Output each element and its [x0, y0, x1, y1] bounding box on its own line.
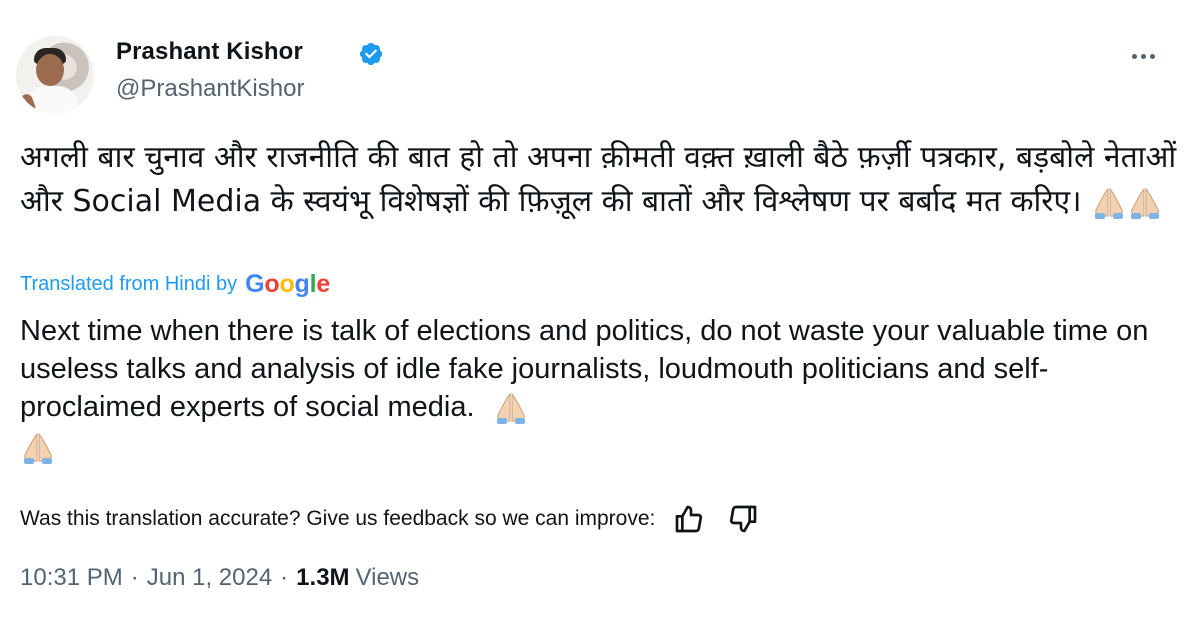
more-dot [1132, 54, 1137, 59]
meta-separator: · [130, 564, 139, 591]
feedback-prompt: Was this translation accurate? Give us f… [20, 507, 656, 530]
author-handle[interactable]: @PrashantKishor [116, 75, 304, 103]
folded-hands-emoji [1131, 187, 1160, 219]
author-avatar[interactable] [16, 36, 94, 114]
translation-attribution[interactable]: Translated from Hindi by Google [20, 270, 330, 299]
translation-feedback: Was this translation accurate? Give us f… [20, 503, 759, 535]
tweet-time[interactable]: 10:31 PM [20, 564, 123, 592]
more-dot [1150, 54, 1155, 59]
folded-hands-emoji [24, 433, 52, 465]
tweet-body-english: Next time when there is talk of election… [20, 312, 1180, 465]
author-name[interactable]: Prashant Kishor [116, 38, 303, 66]
meta-separator: · [280, 564, 289, 591]
views-label: Views [355, 564, 420, 591]
tweet-body-hindi: अगली बार चुनाव और राजनीति की बात हो तो अ… [20, 136, 1180, 224]
folded-hands-emoji [1095, 187, 1124, 219]
more-dot [1141, 54, 1146, 59]
tweet-date[interactable]: Jun 1, 2024 [147, 564, 272, 592]
avatar-face [36, 54, 64, 86]
tweet-text-hindi: अगली बार चुनाव और राजनीति की बात हो तो अ… [20, 140, 1177, 219]
thumbs-up-icon[interactable] [673, 503, 705, 535]
more-options-icon[interactable] [1126, 38, 1162, 74]
tweet-text-english: Next time when there is talk of election… [20, 315, 1149, 423]
google-logo: Google [245, 270, 331, 298]
views-count: 1.3M [296, 564, 350, 591]
tweet-meta: 10:31 PM · Jun 1, 2024 · 1.3M Views [20, 564, 419, 592]
thumbs-down-icon[interactable] [727, 503, 759, 535]
verified-badge-icon [359, 42, 383, 66]
translated-label: Translated from Hindi by [20, 273, 238, 295]
folded-hands-emoji [496, 393, 525, 425]
